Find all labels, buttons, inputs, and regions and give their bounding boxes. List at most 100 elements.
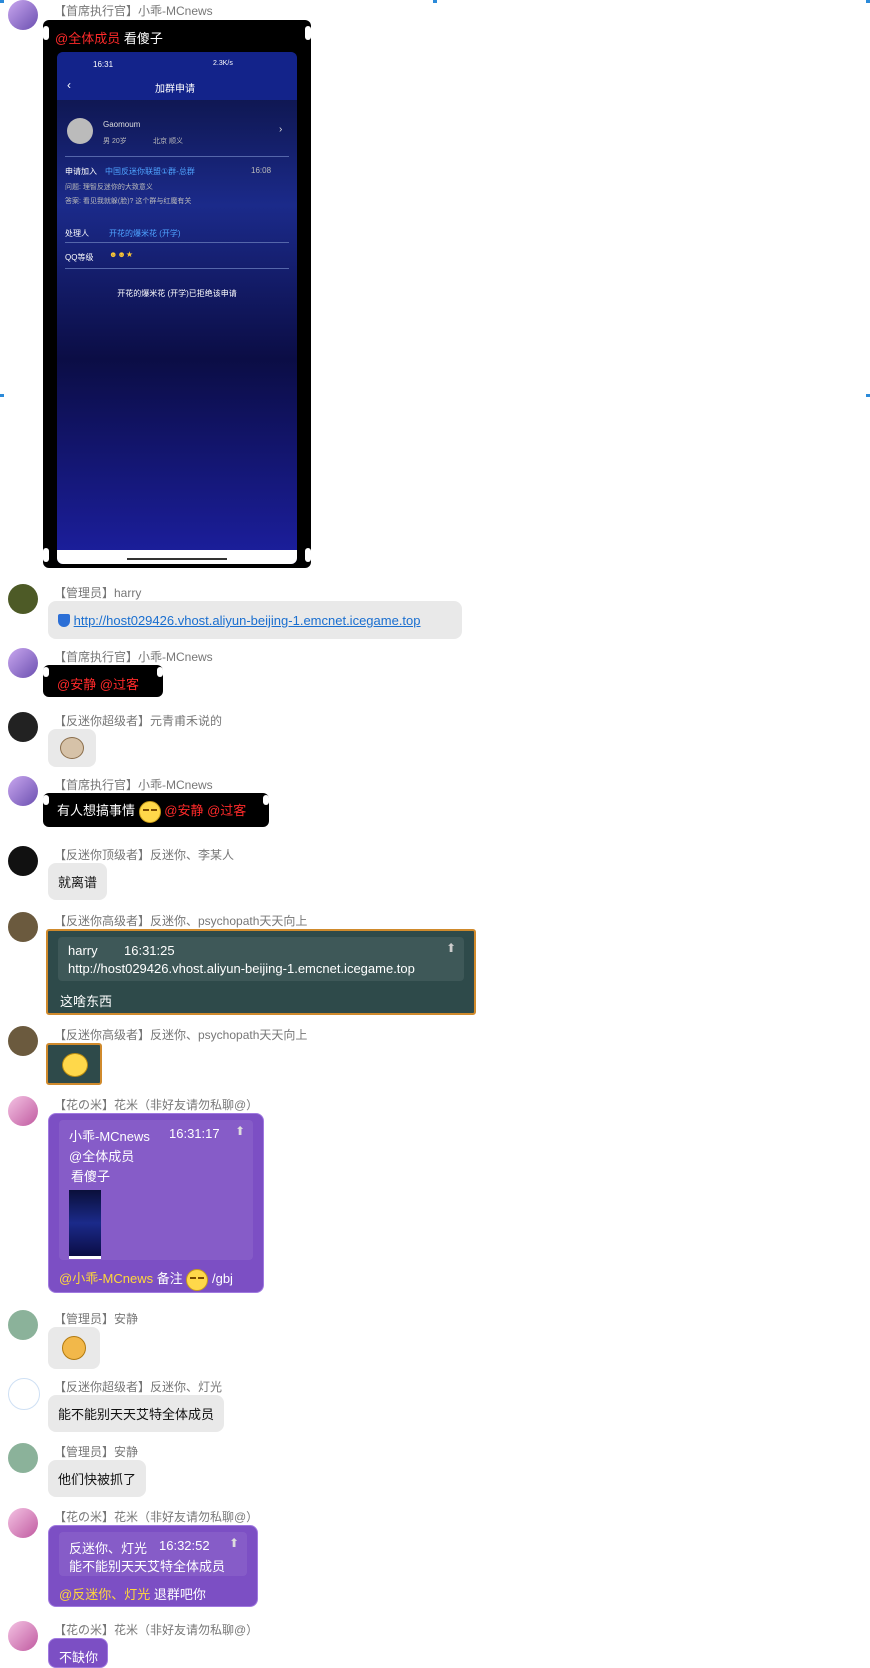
sticker-bubble[interactable] [48, 729, 96, 767]
message-text: 备注 [156, 1271, 183, 1286]
mention[interactable]: @小乖-MCnews [59, 1271, 153, 1286]
apply-question: 问题: 理智反迷你的大致意义 [65, 184, 153, 191]
apply-time: 16:08 [251, 166, 272, 175]
avatar[interactable] [8, 776, 38, 806]
sender-name[interactable]: 【反迷你顶级者】反迷你、李某人 [54, 846, 234, 863]
cow-face-icon [60, 737, 84, 759]
user-avatar [67, 118, 93, 144]
sticker-bubble[interactable] [48, 1327, 100, 1369]
avatar[interactable] [8, 846, 38, 876]
frame-corner [43, 26, 49, 40]
message-bubble[interactable]: 能不能别天天艾特全体成员 [48, 1395, 225, 1432]
sender-name[interactable]: 【首席执行官】小乖-MCnews [54, 776, 213, 793]
sender-name[interactable]: 【管理员】安静 [54, 1443, 138, 1460]
sender-name[interactable]: 【花の米】花米（非好友请勿私聊@） [54, 1621, 258, 1638]
sender-name[interactable]: 【花の米】花米（非好友请勿私聊@） [54, 1508, 258, 1525]
sender-name[interactable]: 【管理员】安静 [54, 1310, 138, 1327]
sender-name[interactable]: 【首席执行官】小乖-MCnews [54, 648, 213, 665]
apply-label: 申请加入 [65, 167, 97, 176]
reply-message-bubble[interactable]: harry 16:31:25 ⬆ http://host029426.vhost… [46, 929, 476, 1015]
dog-face-icon [62, 1336, 86, 1360]
mention-all[interactable]: @全体成员 [55, 31, 120, 46]
quote-text: 能不能别天天艾特全体成员 [69, 1559, 226, 1574]
screenshot-image[interactable]: 16:31 2.3K/s ‹ 加群申请 Gaomoum 男 20岁 北京 顺义 … [57, 52, 297, 564]
quote-time: 16:31:17 [169, 1126, 220, 1141]
jump-up-icon[interactable]: ⬆ [446, 941, 456, 955]
message-bubble[interactable]: @安静 @过客 [43, 665, 163, 697]
level-icons: ☻☻★ [109, 250, 134, 259]
message-text: 这啥东西 [60, 994, 113, 1009]
avatar[interactable] [8, 1378, 40, 1410]
message-text: 就离谱 [58, 875, 98, 890]
reply-message-bubble[interactable]: 小乖-MCnews 16:31:17 ⬆ @全体成员 看傻子 @小乖-MCnew… [48, 1113, 264, 1293]
frame-corner [43, 667, 49, 677]
frame-corner [157, 667, 163, 677]
avatar[interactable] [8, 648, 38, 678]
sender-name[interactable]: 【首席执行官】小乖-MCnews [54, 2, 213, 19]
sender-name[interactable]: 【花の米】花米（非好友请勿私聊@） [54, 1096, 258, 1113]
avatar[interactable] [8, 912, 38, 942]
level-label: QQ等级 [65, 253, 94, 262]
image-message-bubble[interactable]: @全体成员 看傻子 16:31 2.3K/s ‹ 加群申请 Gaomoum 男 … [43, 20, 311, 568]
quote-image-thumbnail[interactable] [69, 1190, 101, 1259]
message-suffix: /gbj [211, 1271, 233, 1286]
avatar[interactable] [8, 1508, 38, 1538]
quote-time: 16:32:52 [159, 1538, 210, 1553]
user-name: Gaomoum [103, 120, 141, 129]
message-bubble[interactable]: 他们快被抓了 [48, 1460, 147, 1497]
sender-name[interactable]: 【反迷你超级者】反迷你、灯光 [54, 1378, 222, 1395]
avatar[interactable] [8, 584, 38, 614]
avatar[interactable] [8, 1026, 38, 1056]
message-link[interactable]: http://host029426.vhost.aliyun-beijing-1… [74, 613, 421, 628]
quoted-message[interactable]: 小乖-MCnews 16:31:17 ⬆ @全体成员 看傻子 [59, 1120, 253, 1260]
quoted-message[interactable]: harry 16:31:25 ⬆ http://host029426.vhost… [58, 937, 464, 981]
phone-title: 加群申请 [155, 84, 195, 95]
sender-name[interactable]: 【反迷你超级者】元青甫禾说的 [54, 712, 222, 729]
avatar[interactable] [8, 1096, 38, 1126]
frame-corner [263, 795, 269, 805]
back-icon[interactable]: ‹ [67, 78, 71, 92]
frame-corner [43, 548, 49, 562]
mentions[interactable]: @安静 @过客 [164, 803, 246, 818]
chevron-right-icon: › [279, 124, 283, 135]
sender-name[interactable]: 【管理员】harry [54, 584, 141, 601]
selection-handle [0, 0, 4, 3]
message-text[interactable]: @安静 @过客 [57, 674, 139, 693]
quoted-message[interactable]: 反迷你、灯光 16:32:52 ⬆ 能不能别天天艾特全体成员 [59, 1532, 247, 1576]
status-speed: 2.3K/s [213, 60, 233, 67]
sticker-bubble[interactable] [46, 1043, 102, 1085]
selection-handle [433, 0, 437, 3]
message-text: 看傻子 [123, 31, 163, 46]
handler-name: 开花的爆米花 (开学) [109, 229, 181, 238]
link-message-bubble[interactable]: http://host029426.vhost.aliyun-beijing-1… [48, 601, 462, 639]
frame-corner [305, 26, 311, 40]
avatar[interactable] [8, 1310, 38, 1340]
frame-corner [43, 795, 49, 805]
surprised-face-icon [62, 1053, 88, 1077]
quote-time: 16:31:25 [124, 943, 175, 958]
quote-author: harry [68, 943, 98, 958]
selection-handle [866, 0, 870, 3]
user-location: 北京 顺义 [153, 138, 183, 145]
avatar[interactable] [8, 0, 38, 30]
quote-author: 反迷你、灯光 [69, 1541, 148, 1556]
jump-up-icon[interactable]: ⬆ [235, 1124, 245, 1138]
sender-name[interactable]: 【反迷你高级者】反迷你、psychopath天天向上 [54, 1026, 307, 1043]
avatar[interactable] [8, 1443, 38, 1473]
grin-emoji-icon [186, 1268, 209, 1291]
message-text: 能不能别天天艾特全体成员 [58, 1407, 215, 1422]
grin-emoji-icon [138, 800, 161, 823]
home-indicator [57, 550, 297, 564]
selection-handle [0, 394, 4, 397]
result-text: 开花的爆米花 (开学)已拒绝该申请 [117, 289, 237, 298]
sender-name[interactable]: 【反迷你高级者】反迷你、psychopath天天向上 [54, 912, 307, 929]
quote-text: 看傻子 [71, 1169, 111, 1184]
message-bubble[interactable]: 就离谱 [48, 863, 108, 900]
jump-up-icon[interactable]: ⬆ [229, 1536, 239, 1550]
reply-message-bubble[interactable]: 反迷你、灯光 16:32:52 ⬆ 能不能别天天艾特全体成员 @反迷你、灯光 退… [48, 1525, 258, 1607]
status-time: 16:31 [93, 60, 114, 69]
message-bubble[interactable]: 有人想搞事情 @安静 @过客 [43, 793, 269, 827]
mention[interactable]: @反迷你、灯光 [59, 1587, 150, 1602]
avatar[interactable] [8, 712, 38, 742]
avatar[interactable] [8, 1621, 38, 1651]
